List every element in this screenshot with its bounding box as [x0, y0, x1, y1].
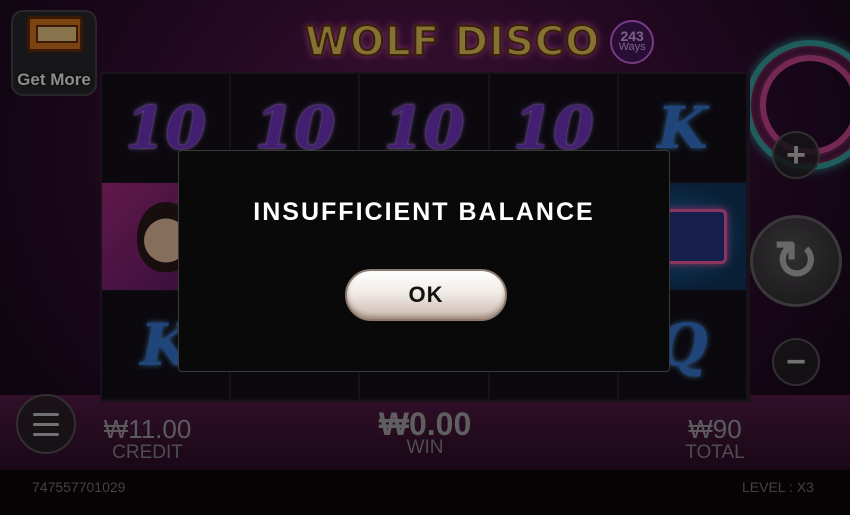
- ok-button[interactable]: OK: [345, 269, 507, 321]
- insufficient-balance-dialog: INSUFFICIENT BALANCE OK: [178, 150, 670, 372]
- dialog-message: INSUFFICIENT BALANCE: [253, 198, 595, 226]
